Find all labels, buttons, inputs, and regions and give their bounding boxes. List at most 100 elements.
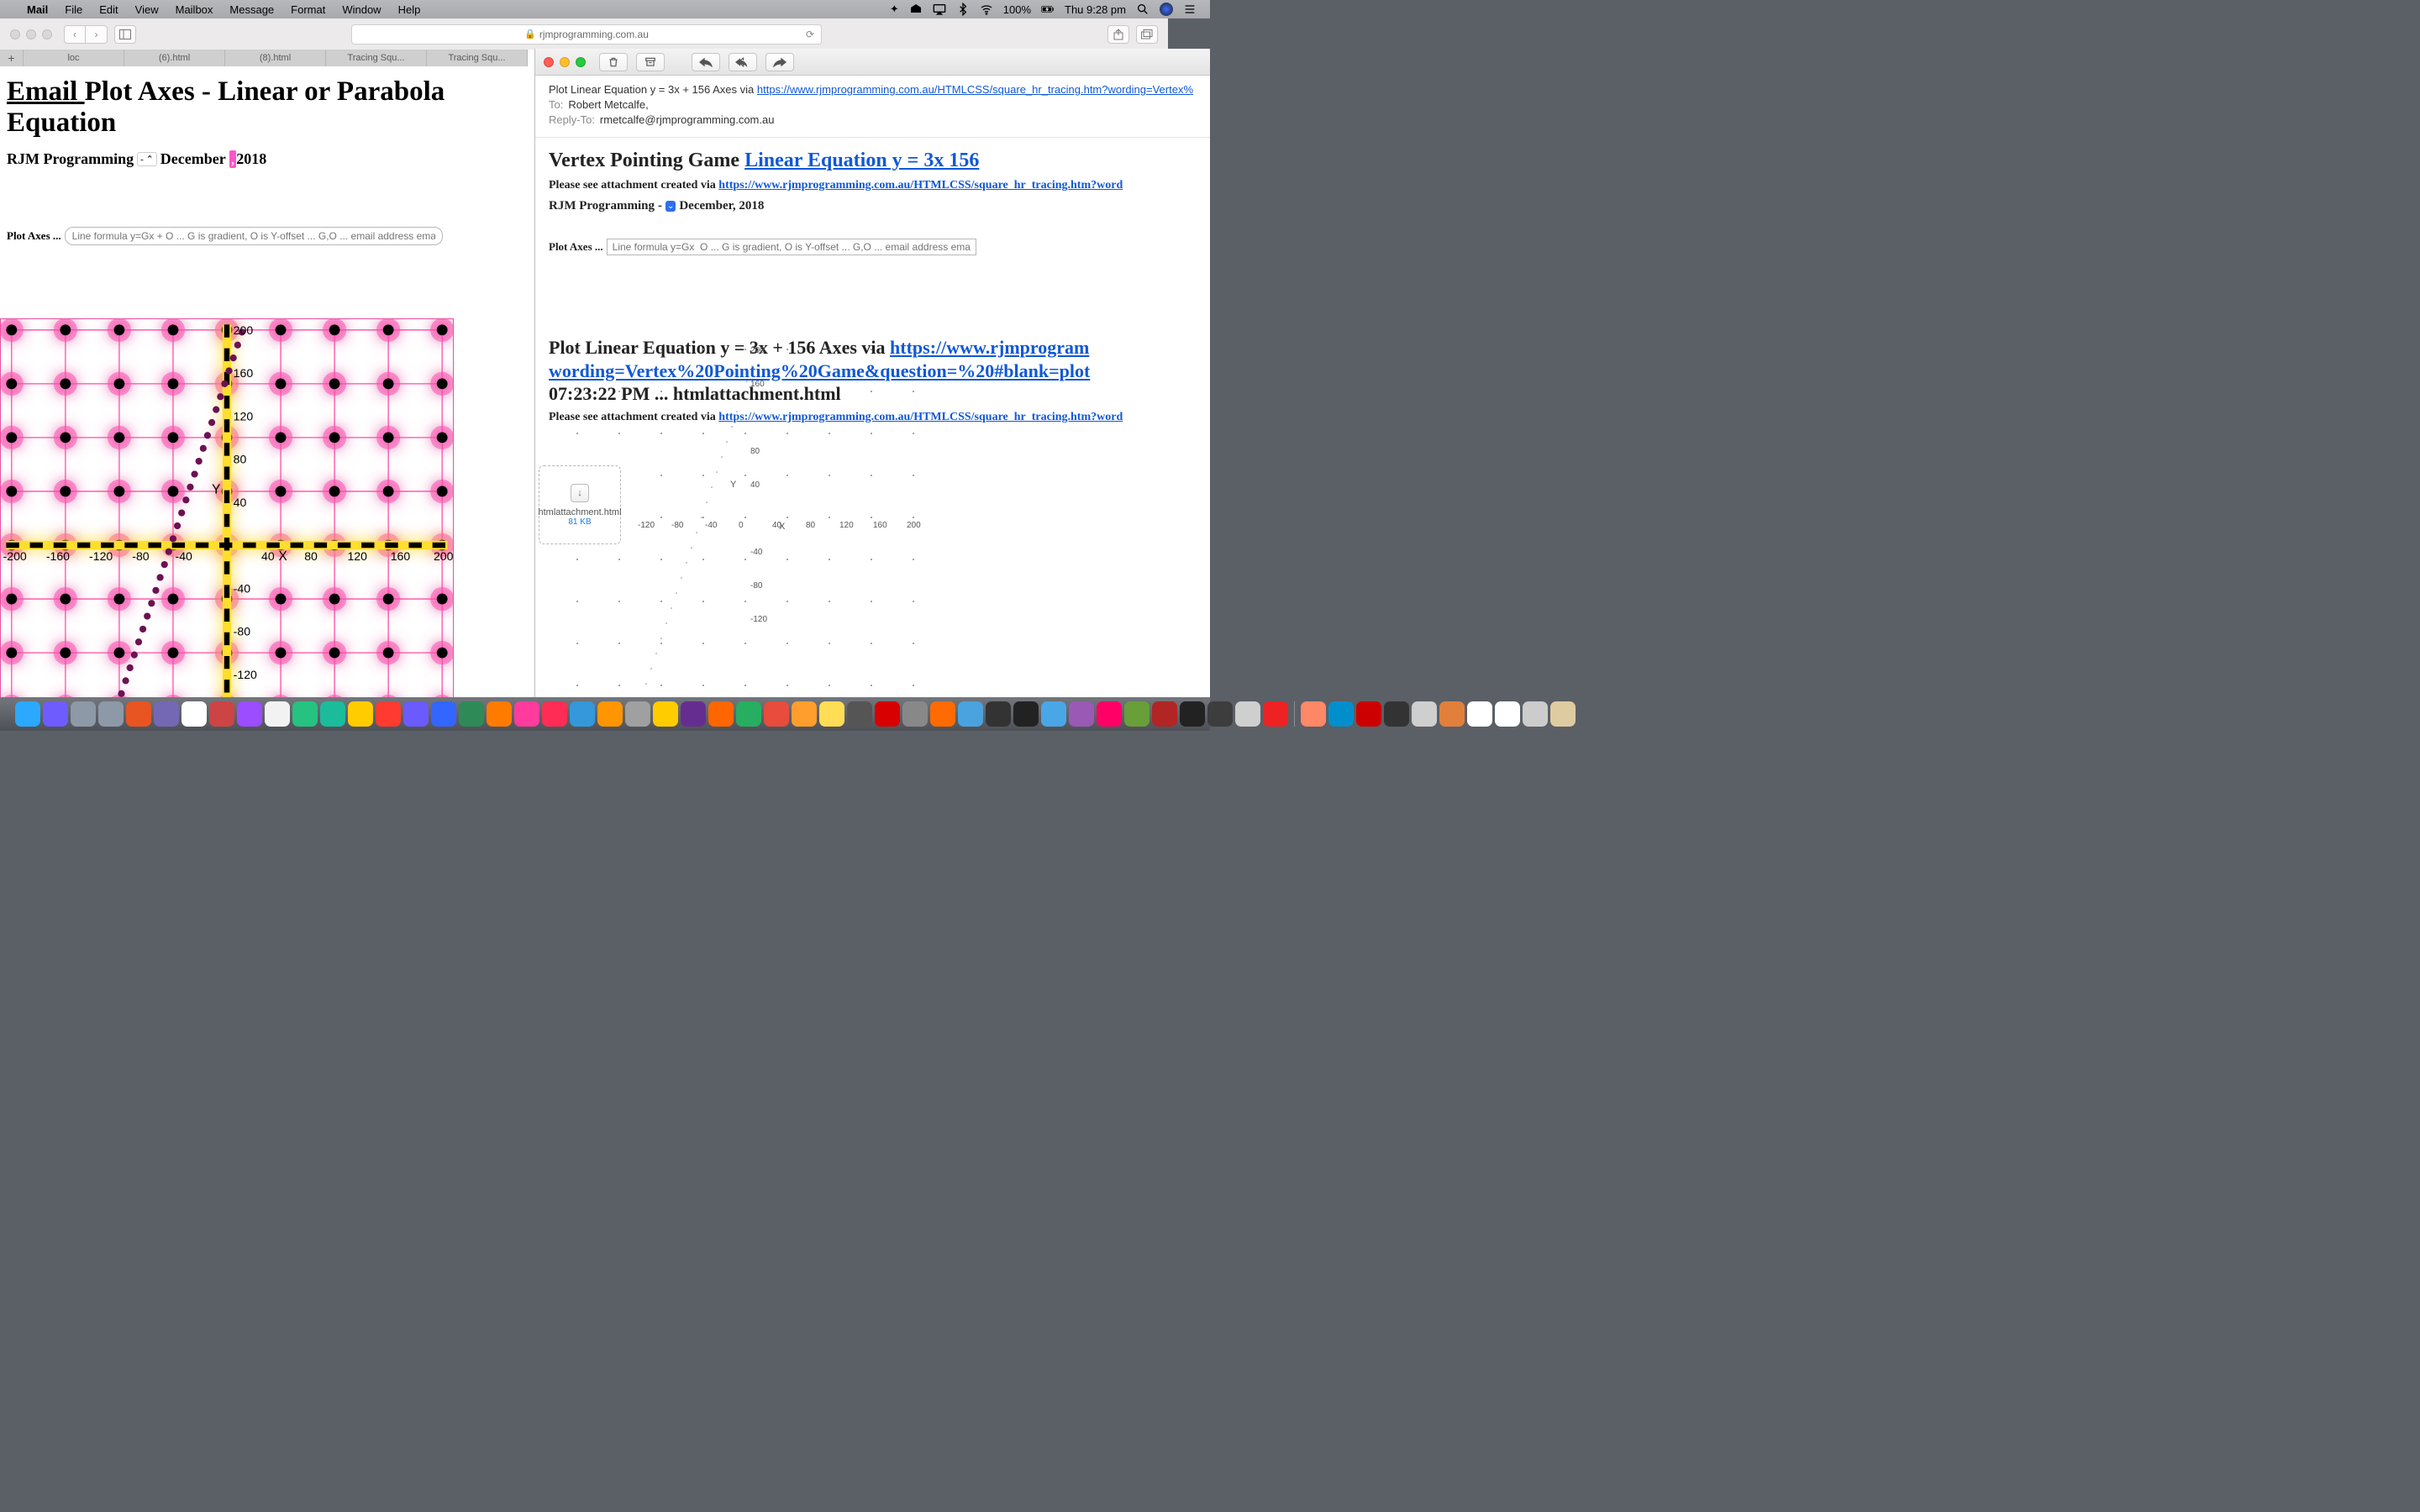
menu-app[interactable]: Mail: [18, 3, 56, 16]
menu-format[interactable]: Format: [282, 3, 334, 16]
dock-app[interactable]: [653, 701, 678, 727]
dock-app[interactable]: [1069, 701, 1094, 727]
dock-app[interactable]: [1235, 701, 1260, 727]
dock-app[interactable]: [1301, 701, 1326, 727]
download-icon[interactable]: ↓: [571, 484, 589, 502]
reply-all-button[interactable]: [729, 53, 757, 71]
dock-app[interactable]: [292, 701, 318, 727]
dock-app[interactable]: [875, 701, 900, 727]
dock-app[interactable]: [15, 701, 40, 727]
heading-link[interactable]: Linear Equation y = 3x 156: [744, 150, 979, 171]
dock-app[interactable]: [764, 701, 789, 727]
dock-app[interactable]: [681, 701, 706, 727]
dock-app[interactable]: [1207, 701, 1233, 727]
dock-app[interactable]: [570, 701, 595, 727]
dock-app[interactable]: [1467, 701, 1492, 727]
attachment[interactable]: ↓ htmlattachment.html 81 KB: [539, 465, 621, 544]
status-icon[interactable]: ✦: [885, 3, 904, 16]
dock-app[interactable]: [792, 701, 817, 727]
dock-app[interactable]: [847, 701, 872, 727]
body-link[interactable]: https://www.rjmprogramming.com.au/HTMLCS…: [718, 179, 1123, 192]
dock-app[interactable]: [1152, 701, 1177, 727]
tab[interactable]: Tracing Squ...: [427, 50, 528, 66]
menu-help[interactable]: Help: [390, 3, 429, 16]
reply-button[interactable]: [692, 53, 720, 71]
dock-app[interactable]: [265, 701, 290, 727]
subject-link[interactable]: https://www.rjmprogramming.com.au/HTMLCS…: [757, 83, 1193, 96]
dock-app[interactable]: [1097, 701, 1122, 727]
mail-window-controls[interactable]: [544, 57, 586, 67]
formula-input[interactable]: [65, 227, 443, 245]
wifi-icon[interactable]: [975, 3, 998, 16]
menu-file[interactable]: File: [56, 3, 91, 16]
dock-app[interactable]: [348, 701, 373, 727]
archive-button[interactable]: [636, 53, 665, 71]
dock-app[interactable]: [376, 701, 401, 727]
dock-app[interactable]: [542, 701, 567, 727]
dock-app[interactable]: [182, 701, 207, 727]
dock-app[interactable]: [1013, 701, 1039, 727]
dock-app[interactable]: [459, 701, 484, 727]
dock-app[interactable]: [1550, 701, 1576, 727]
airplay-icon[interactable]: [928, 3, 951, 16]
notification-center-icon[interactable]: [1178, 3, 1202, 16]
dock-app[interactable]: [71, 701, 96, 727]
sidebar-button[interactable]: [114, 25, 136, 44]
new-tab-button[interactable]: +: [0, 50, 24, 66]
dock-app[interactable]: [597, 701, 623, 727]
menu-mailbox[interactable]: Mailbox: [167, 3, 222, 16]
dock-app[interactable]: [986, 701, 1011, 727]
dock-app[interactable]: [958, 701, 983, 727]
dock-app[interactable]: [1124, 701, 1150, 727]
dock-app[interactable]: [930, 701, 955, 727]
forward-button[interactable]: ›: [86, 25, 108, 44]
tab[interactable]: (8).html: [225, 50, 326, 66]
tab[interactable]: loc: [24, 50, 124, 66]
reload-icon[interactable]: ⟳: [806, 29, 814, 40]
dock-app[interactable]: [1412, 701, 1437, 727]
dock-app[interactable]: [98, 701, 124, 727]
trash-button[interactable]: [599, 53, 628, 71]
select-stub[interactable]: ⌄: [666, 201, 676, 212]
address-bar[interactable]: 🔒 rjmprogramming.com.au ⟳: [351, 24, 822, 45]
window-controls[interactable]: [10, 29, 52, 39]
dock-app[interactable]: [1384, 701, 1409, 727]
menu-edit[interactable]: Edit: [91, 3, 126, 16]
forward-button[interactable]: [765, 53, 794, 71]
dock-app[interactable]: [237, 701, 262, 727]
clock[interactable]: Thu 9:28 pm: [1060, 3, 1131, 16]
battery-icon[interactable]: [1036, 3, 1060, 16]
dock-app[interactable]: [736, 701, 761, 727]
select-stub[interactable]: - ⌃: [137, 152, 157, 166]
formula-input-mail[interactable]: [607, 239, 976, 255]
bluetooth-icon[interactable]: [951, 3, 975, 16]
dock-app[interactable]: [902, 701, 928, 727]
dock-app[interactable]: [1328, 701, 1354, 727]
dock-app[interactable]: [1523, 701, 1548, 727]
dock-app[interactable]: [514, 701, 539, 727]
dock-app[interactable]: [1263, 701, 1288, 727]
dock-app[interactable]: [1495, 701, 1520, 727]
dock-app[interactable]: [209, 701, 234, 727]
dock-app[interactable]: [1439, 701, 1465, 727]
siri-icon[interactable]: [1155, 3, 1178, 16]
dock-app[interactable]: [126, 701, 151, 727]
dock-app[interactable]: [403, 701, 429, 727]
menu-view[interactable]: View: [127, 3, 167, 16]
dock-app[interactable]: [320, 701, 345, 727]
back-button[interactable]: ‹: [64, 25, 86, 44]
status-icon[interactable]: [904, 3, 928, 16]
share-button[interactable]: [1107, 25, 1129, 44]
menu-message[interactable]: Message: [221, 3, 282, 16]
dock-app[interactable]: [708, 701, 734, 727]
dock-app[interactable]: [1356, 701, 1381, 727]
tab[interactable]: Tracing Squ...: [326, 50, 427, 66]
tab[interactable]: (6).html: [124, 50, 225, 66]
dock-app[interactable]: [819, 701, 844, 727]
spotlight-icon[interactable]: [1131, 3, 1155, 16]
menu-window[interactable]: Window: [334, 3, 389, 16]
plot-canvas-left[interactable]: -200-200-160-160-120-120-80-80-40-404040…: [0, 318, 454, 697]
tabs-button[interactable]: [1136, 25, 1158, 44]
dock-app[interactable]: [625, 701, 650, 727]
dock-app[interactable]: [487, 701, 512, 727]
